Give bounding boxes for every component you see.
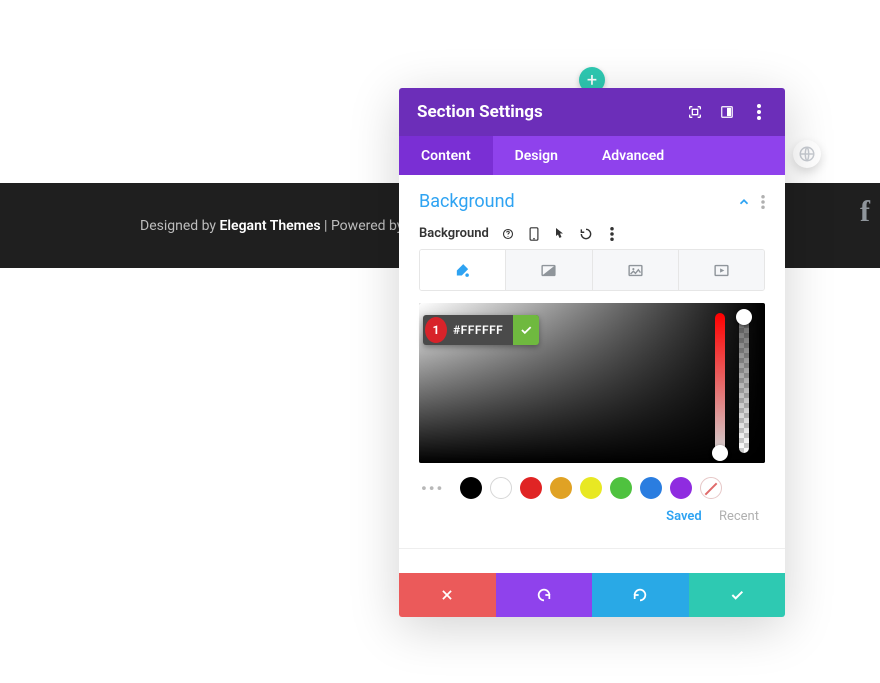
bg-type-color[interactable]: [420, 250, 505, 290]
background-type-tabs: [419, 249, 765, 291]
tab-content[interactable]: Content: [399, 136, 493, 175]
swatch[interactable]: [460, 477, 482, 499]
background-field-label: Background: [419, 226, 489, 241]
phone-icon[interactable]: [527, 227, 541, 241]
swatches-recent-tab[interactable]: Recent: [719, 509, 759, 524]
annotation-marker-1: 1: [425, 317, 447, 343]
swatch[interactable]: [640, 477, 662, 499]
swatch[interactable]: [610, 477, 632, 499]
hover-icon[interactable]: [553, 227, 567, 241]
swatches-more-icon[interactable]: •••: [421, 479, 444, 498]
field-more-icon[interactable]: [605, 227, 619, 241]
action-bar: [399, 573, 785, 617]
cancel-button[interactable]: [399, 573, 496, 617]
swatches: •••: [419, 477, 765, 507]
expand-icon[interactable]: [687, 104, 703, 120]
swatch[interactable]: [670, 477, 692, 499]
footer-text: Designed by Elegant Themes | Powered by: [140, 218, 403, 234]
swatch[interactable]: [490, 477, 512, 499]
save-button[interactable]: [689, 573, 786, 617]
panel-tabs: Content Design Advanced: [399, 136, 785, 175]
swatch[interactable]: [580, 477, 602, 499]
swatches-saved-tab[interactable]: Saved: [666, 509, 702, 524]
settings-panel: Section Settings Content Design Advanced…: [399, 88, 785, 617]
brand-link[interactable]: Elegant Themes: [220, 218, 321, 234]
bg-type-video[interactable]: [678, 250, 764, 290]
bg-type-gradient[interactable]: [505, 250, 591, 290]
facebook-icon[interactable]: f: [860, 195, 880, 225]
hex-confirm-button[interactable]: [513, 315, 539, 345]
tab-advanced[interactable]: Advanced: [580, 136, 686, 175]
swatch-none[interactable]: [700, 477, 722, 499]
swatch[interactable]: [520, 477, 542, 499]
help-icon[interactable]: [501, 227, 515, 241]
swatch[interactable]: [550, 477, 572, 499]
panel-header[interactable]: Section Settings: [399, 88, 785, 136]
reset-icon[interactable]: [579, 227, 593, 241]
hue-slider[interactable]: [715, 313, 725, 453]
redo-button[interactable]: [592, 573, 689, 617]
section-title-background[interactable]: Background: [419, 191, 515, 212]
hex-input[interactable]: #FFFFFF: [451, 323, 513, 337]
alpha-slider[interactable]: [739, 313, 749, 453]
bg-type-image[interactable]: [592, 250, 678, 290]
globe-icon[interactable]: [793, 140, 821, 168]
panel-title: Section Settings: [417, 102, 543, 122]
tab-design[interactable]: Design: [493, 136, 580, 175]
snap-icon[interactable]: [719, 104, 735, 120]
undo-button[interactable]: [496, 573, 593, 617]
more-icon[interactable]: [751, 104, 767, 120]
section-more-icon[interactable]: [761, 195, 765, 209]
chevron-up-icon[interactable]: [737, 195, 751, 209]
